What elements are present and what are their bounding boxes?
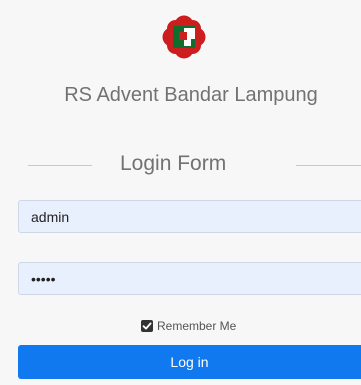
login-page: RS Advent Bandar Lampung Login Form Reme… [0,0,361,385]
checkmark-icon[interactable] [141,320,153,332]
title-divider-left [28,165,92,166]
remember-me-checkbox[interactable]: Remember Me [141,318,236,334]
username-input[interactable] [18,200,361,233]
remember-me-label: Remember Me [157,319,237,333]
title-divider-right [296,165,361,166]
form-title-row: Login Form [0,152,361,178]
login-button[interactable]: Log in [18,345,361,379]
hospital-logo [162,15,206,59]
form-title: Login Form [120,152,227,175]
hospital-name: RS Advent Bandar Lampung [64,84,318,106]
password-input[interactable] [18,262,361,295]
